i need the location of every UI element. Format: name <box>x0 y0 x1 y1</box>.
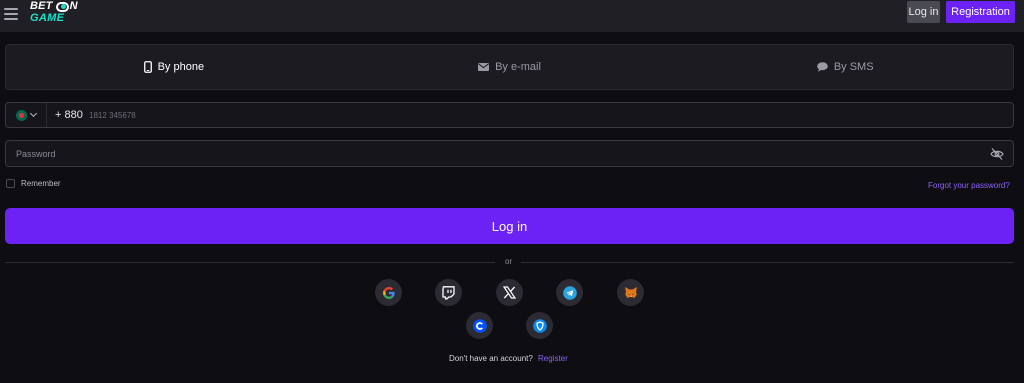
remember-label: Remember <box>21 179 61 188</box>
metamask-login-button[interactable] <box>617 279 644 306</box>
login-method-tabs: By phone By e-mail By SMS <box>5 44 1014 90</box>
phone-icon <box>143 61 152 73</box>
coinbase-icon <box>472 318 487 333</box>
logo[interactable]: BET N GAME <box>30 1 92 27</box>
trust-wallet-icon <box>532 318 547 333</box>
tab-by-sms[interactable]: By SMS <box>677 45 1013 89</box>
header-registration-button[interactable]: Registration <box>946 1 1015 23</box>
logo-text-n: N <box>69 0 78 12</box>
menu-icon[interactable] <box>4 6 18 20</box>
eye-off-icon[interactable] <box>990 147 1004 161</box>
logo-text-game: GAME <box>30 12 65 24</box>
coinbase-login-button[interactable] <box>466 312 493 339</box>
password-field <box>5 140 1014 167</box>
no-account-text: Don't have an account? <box>449 354 533 363</box>
google-icon <box>382 286 395 299</box>
bangladesh-flag-icon <box>16 109 27 121</box>
divider-right <box>521 262 1014 263</box>
password-input[interactable] <box>16 144 966 163</box>
x-login-button[interactable] <box>496 279 523 306</box>
chat-bubble-icon <box>817 62 828 72</box>
logo-on-icon <box>55 1 69 12</box>
phone-field: + 880 <box>5 102 1014 128</box>
tab-by-email[interactable]: By e-mail <box>342 45 678 89</box>
country-code: + 880 <box>55 109 83 121</box>
mail-icon <box>478 63 490 71</box>
telegram-login-button[interactable] <box>556 279 583 306</box>
remember-checkbox[interactable]: Remember <box>6 179 61 188</box>
google-login-button[interactable] <box>375 279 402 306</box>
tab-label: By phone <box>157 61 205 73</box>
tab-label: By e-mail <box>495 61 541 73</box>
login-button[interactable]: Log in <box>5 208 1014 244</box>
forgot-password-link[interactable]: Forgot your password? <box>928 181 1010 190</box>
metamask-icon <box>624 287 637 298</box>
x-icon <box>503 286 516 299</box>
tab-label: By SMS <box>833 61 874 73</box>
divider-or: or <box>505 257 513 266</box>
checkbox[interactable] <box>6 179 15 188</box>
tab-by-phone[interactable]: By phone <box>6 45 342 89</box>
logo-text-bet: BET <box>30 0 53 12</box>
trust-wallet-login-button[interactable] <box>526 312 553 339</box>
twitch-icon <box>442 285 455 299</box>
register-link[interactable]: Register <box>538 354 568 363</box>
phone-input[interactable] <box>89 105 989 125</box>
country-select[interactable] <box>6 103 47 127</box>
chevron-down-icon <box>29 109 38 118</box>
header-login-button[interactable]: Log in <box>907 1 940 23</box>
telegram-icon <box>562 285 577 300</box>
divider-left <box>5 262 495 263</box>
top-bar: BET N GAME Log in Registration <box>0 0 1024 32</box>
twitch-login-button[interactable] <box>435 279 462 306</box>
